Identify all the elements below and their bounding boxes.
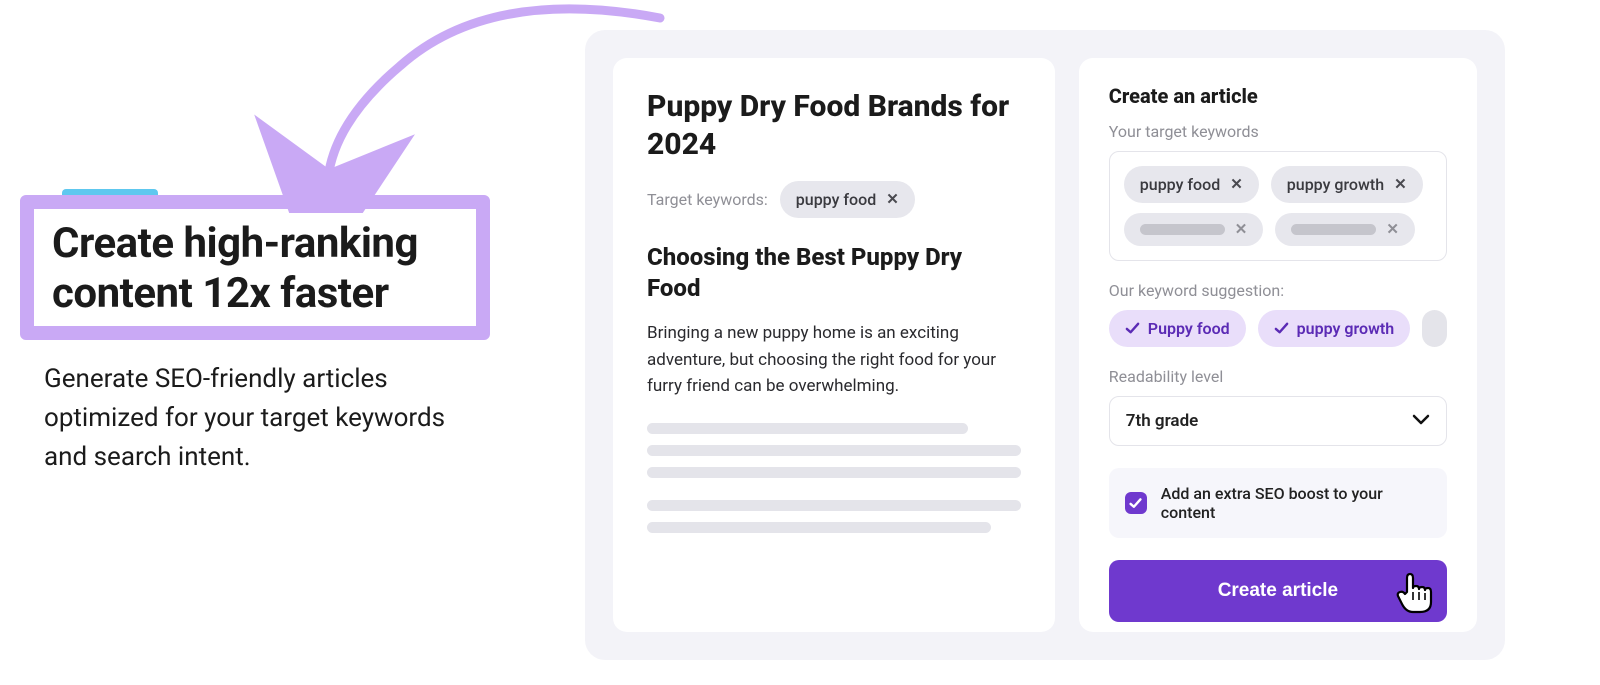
chevron-down-icon (1412, 411, 1430, 431)
chip-label: puppy growth (1297, 319, 1395, 338)
skeleton-group (647, 423, 1021, 478)
keyword-chip-placeholder[interactable]: ✕ (1124, 213, 1264, 246)
app-panel: Puppy Dry Food Brands for 2024 Target ke… (585, 30, 1505, 660)
check-icon (1125, 321, 1140, 336)
keyword-chip-placeholder[interactable]: ✕ (1275, 213, 1415, 246)
suggestion-chip[interactable]: puppy growth (1258, 310, 1411, 347)
readability-select[interactable]: 7th grade (1109, 396, 1447, 446)
skeleton-line (647, 522, 991, 533)
keyword-chip[interactable]: puppy growth ✕ (1271, 166, 1423, 203)
chip-label: puppy growth (1287, 175, 1384, 194)
article-paragraph: Bringing a new puppy home is an exciting… (647, 320, 1021, 399)
promo-headline: Create high-ranking content 12x faster (52, 219, 458, 318)
suggestion-chip[interactable]: Puppy food (1109, 310, 1246, 347)
keyword-chip[interactable]: puppy food ✕ (1124, 166, 1259, 203)
promo-headline-wrap: Create high-ranking content 12x faster (20, 195, 490, 340)
suggestion-label: Our keyword suggestion: (1109, 281, 1447, 300)
skeleton-line (647, 500, 1021, 511)
suggestion-chip-overflow: . (1422, 310, 1447, 347)
chip-label: puppy food (1140, 175, 1220, 194)
remove-icon[interactable]: ✕ (1230, 177, 1243, 192)
readability-label: Readability level (1109, 367, 1447, 386)
remove-icon[interactable]: ✕ (886, 192, 899, 207)
promo-subtext: Generate SEO-friendly articles optimized… (20, 360, 490, 477)
skeleton-line (647, 445, 1021, 456)
remove-icon[interactable]: ✕ (1386, 222, 1399, 237)
seo-boost-checkbox[interactable] (1125, 492, 1147, 514)
article-h2: Choosing the Best Puppy Dry Food (647, 242, 1021, 304)
skeleton-line (647, 467, 1021, 478)
check-icon (1274, 321, 1289, 336)
promo-block: Create high-ranking content 12x faster G… (20, 195, 490, 477)
seo-boost-row[interactable]: Add an extra SEO boost to your content (1109, 468, 1447, 538)
skeleton-line (647, 423, 968, 434)
remove-icon[interactable]: ✕ (1235, 222, 1248, 237)
suggestion-row: Puppy food puppy growth . (1109, 310, 1447, 347)
form-title: Create an article (1109, 84, 1447, 108)
chip-label: puppy food (796, 190, 876, 209)
keywords-input[interactable]: puppy food ✕ puppy growth ✕ ✕ ✕ (1109, 151, 1447, 261)
create-article-form: Create an article Your target keywords p… (1079, 58, 1477, 632)
article-target-keywords-row: Target keywords: puppy food ✕ (647, 181, 1021, 218)
skeleton-group (647, 500, 1021, 533)
remove-icon[interactable]: ✕ (1394, 177, 1407, 192)
article-target-keywords-label: Target keywords: (647, 190, 768, 209)
readability-value: 7th grade (1126, 411, 1198, 431)
promo-headline-tab (62, 189, 158, 201)
create-article-button[interactable]: Create article (1109, 560, 1447, 622)
article-preview-card: Puppy Dry Food Brands for 2024 Target ke… (613, 58, 1055, 632)
article-keyword-chip[interactable]: puppy food ✕ (780, 181, 915, 218)
keywords-label: Your target keywords (1109, 122, 1447, 141)
chip-label: Puppy food (1148, 319, 1230, 338)
article-title: Puppy Dry Food Brands for 2024 (647, 88, 1021, 163)
seo-boost-label: Add an extra SEO boost to your content (1161, 484, 1431, 522)
